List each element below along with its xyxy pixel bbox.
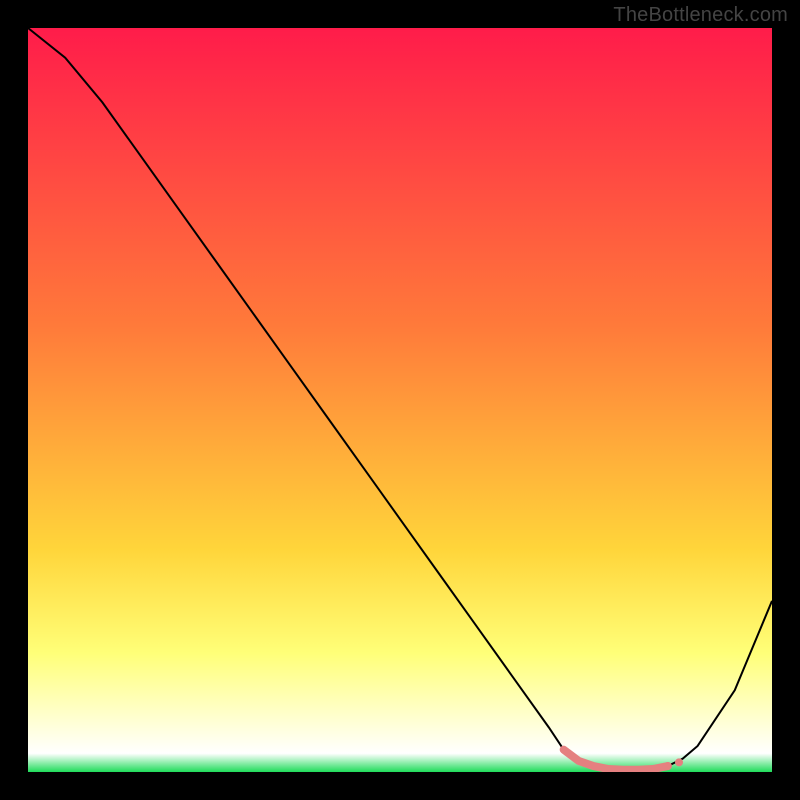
marker-a — [664, 762, 672, 770]
chart-frame: TheBottleneck.com — [0, 0, 800, 800]
plot-svg — [28, 28, 772, 772]
marker-b — [675, 758, 683, 766]
gradient-background — [28, 28, 772, 772]
plot-area — [28, 28, 772, 772]
watermark-text: TheBottleneck.com — [613, 4, 788, 27]
